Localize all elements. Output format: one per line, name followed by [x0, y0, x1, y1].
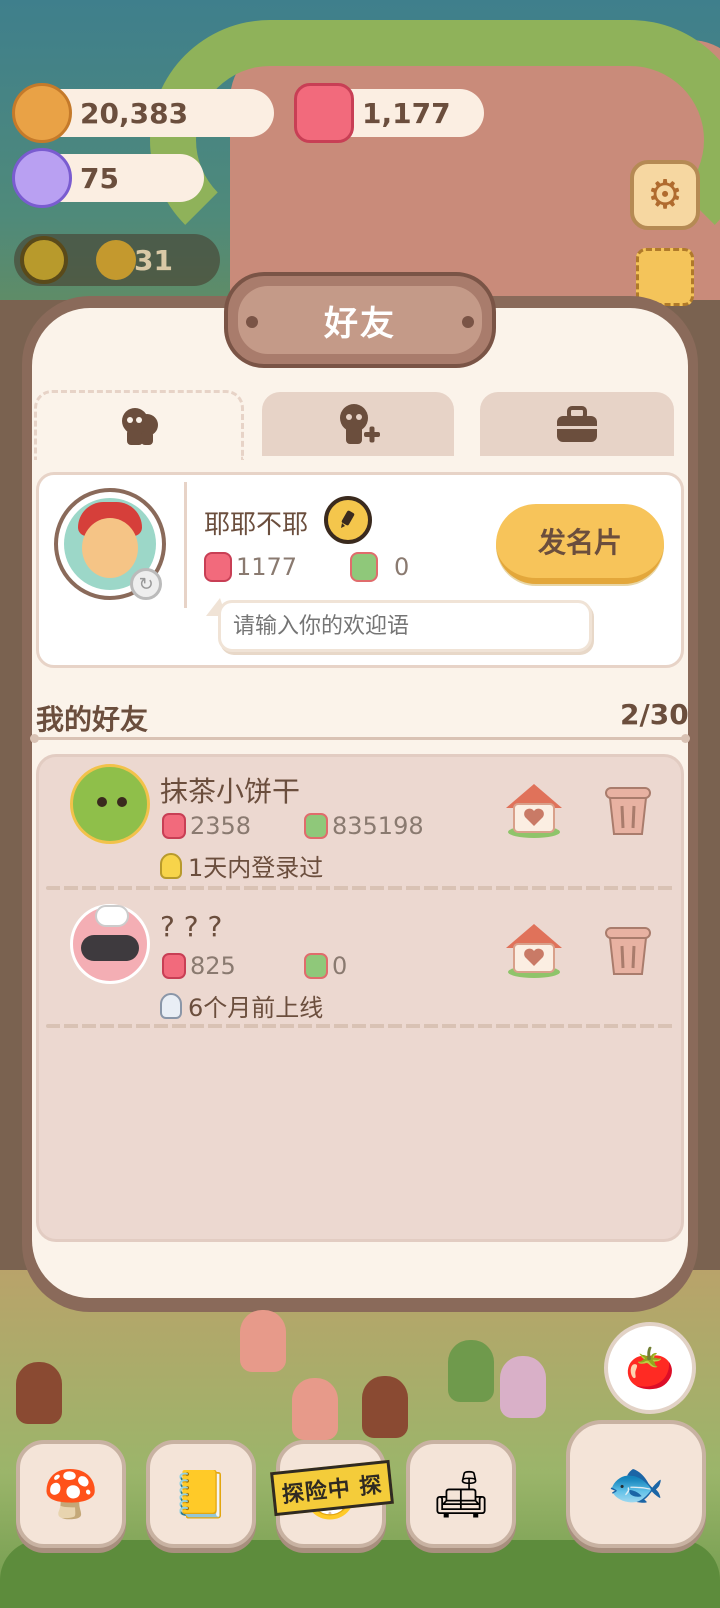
nav-furniture[interactable]: 🛋: [406, 1440, 516, 1548]
briefcase-icon: [557, 406, 597, 442]
player-card-count: 0: [394, 553, 410, 581]
pencil-icon: [341, 510, 355, 528]
row-divider: [46, 886, 674, 890]
cookie-icon: [12, 83, 72, 143]
player-jelly-count: 1177: [236, 553, 298, 581]
friend-avatar[interactable]: [70, 764, 150, 844]
npc-cookie-character: [500, 1356, 546, 1418]
lightbulb-on-icon: [160, 852, 182, 879]
level-value: 31: [134, 243, 173, 277]
friends-icon: [122, 407, 158, 445]
trash-can-icon[interactable]: [602, 782, 654, 838]
character-icon: 🐟: [607, 1456, 665, 1511]
friend-avatar[interactable]: [70, 904, 150, 984]
refresh-avatar-icon[interactable]: ↻: [130, 568, 162, 600]
add-friend-icon: [340, 404, 380, 444]
sun-icon: [20, 236, 68, 284]
crystal-currency[interactable]: 75: [12, 148, 204, 208]
npc-cookie-character: [292, 1378, 338, 1440]
notebook-icon: 📒: [172, 1466, 230, 1521]
player-name: 耶耶不耶: [204, 510, 309, 540]
friend-jelly-count: 2358: [190, 812, 252, 840]
friend-login-text: 6个月前上线: [188, 994, 324, 1022]
friend-card-count: 0: [332, 952, 348, 980]
edit-name-button[interactable]: [324, 496, 372, 544]
nav-character[interactable]: 🐟: [566, 1420, 706, 1548]
npc-cookie-character: [240, 1310, 286, 1372]
friend-card-stat: 0: [304, 952, 347, 980]
jelly-icon: [204, 552, 232, 582]
friend-name: 抹茶小饼干: [160, 775, 301, 808]
npc-speech-bubble[interactable]: 🍅: [604, 1322, 696, 1414]
friend-card-stat: 835198: [304, 812, 424, 840]
npc-cookie-character: [16, 1362, 62, 1424]
cookie-currency[interactable]: 20,383: [12, 83, 274, 143]
dialog-title: 好友: [324, 303, 396, 344]
npc-cookie-character: [362, 1376, 408, 1438]
nav-notebook[interactable]: 📒: [146, 1440, 256, 1548]
dialog-title-plate: 好友: [224, 272, 496, 368]
gift-card-icon: [304, 953, 328, 979]
jelly-currency[interactable]: 1,177: [294, 83, 484, 143]
friend-name: ? ? ?: [160, 910, 223, 943]
level-indicator[interactable]: 31: [14, 234, 220, 286]
player-jelly-stat: 1177: [204, 552, 297, 582]
friend-login-status: 6个月前上线: [160, 988, 323, 1023]
profile-divider: [184, 482, 187, 608]
greeting-input[interactable]: [218, 600, 592, 652]
background-bushes: [0, 1540, 720, 1608]
friend-login-text: 1天内登录过: [188, 854, 324, 882]
chick-icon: [96, 240, 136, 280]
friend-row[interactable]: ? ? ? 825 0 6个月前上线: [36, 896, 684, 1034]
section-divider: [30, 734, 690, 743]
nav-mushroom-house[interactable]: 🍄: [16, 1440, 126, 1548]
tab-friends[interactable]: [34, 390, 244, 460]
cookie-amount: 20,383: [80, 96, 189, 130]
row-divider: [46, 1024, 674, 1028]
settings-gear-icon[interactable]: ⚙: [630, 160, 700, 230]
mushroom-house-icon: 🍄: [42, 1466, 100, 1521]
jelly-icon: [162, 953, 186, 979]
friend-card-count: 835198: [332, 812, 424, 840]
jelly-amount: 1,177: [362, 96, 451, 130]
lightbulb-off-icon: [160, 992, 182, 1019]
bolt-icon: [246, 316, 258, 328]
my-friends-title: 我的好友: [36, 703, 149, 736]
tab-bag[interactable]: [480, 392, 674, 456]
friend-jelly-count: 825: [190, 952, 236, 980]
player-card-stat: 0: [350, 552, 409, 582]
npc-cookie-character: [448, 1340, 494, 1402]
tab-add-friend[interactable]: [262, 392, 454, 456]
jelly-icon: [294, 83, 354, 143]
crystal-icon: [12, 148, 72, 208]
furniture-icon: 🛋: [431, 1466, 491, 1521]
visit-home-icon[interactable]: [504, 922, 564, 978]
trash-can-icon[interactable]: [602, 922, 654, 978]
gift-card-icon: [304, 813, 328, 839]
jelly-icon: [162, 813, 186, 839]
friend-jelly-stat: 2358: [162, 812, 251, 840]
bolt-icon: [462, 316, 474, 328]
friend-jelly-stat: 825: [162, 952, 236, 980]
send-card-button[interactable]: 发名片: [496, 504, 664, 584]
friend-count: 2/30: [620, 698, 689, 731]
gift-card-icon: [350, 552, 378, 582]
friend-login-status: 1天内登录过: [160, 848, 323, 883]
friend-row[interactable]: 抹茶小饼干 2358 835198 1天内登录过: [36, 756, 684, 894]
crystal-amount: 75: [80, 161, 119, 195]
visit-home-icon[interactable]: [504, 782, 564, 838]
